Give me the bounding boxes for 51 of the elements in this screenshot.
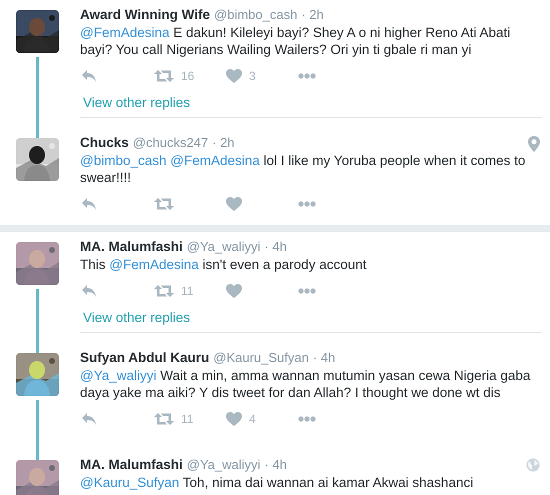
mention-link[interactable]: @Ya_waliyyi: [80, 368, 156, 383]
author-handle[interactable]: @bimbo_cash: [214, 6, 298, 24]
globe-icon: [526, 458, 540, 472]
retweet-icon[interactable]: [154, 69, 174, 83]
more-icon[interactable]: [298, 288, 316, 294]
tweet-text: @Ya_waliyyi Wait a min, amma wannan mutumin yasan cewa Nigeria gaba daya yake ma aiki? Y dis tweet for dan Allah? I thought we done wt dis: [80, 367, 532, 401]
tweet-text: @Kauru_Sufyan Toh, nima dai wannan ai kamar Akwai shashanci: [80, 474, 474, 491]
mention-link[interactable]: @FemAdesina: [80, 25, 170, 40]
tweet-text: @FemAdesina E dakun! Kileleyi bayi? Shey A o ni higher Reno Ati Abati bayi? You call Nigerians Wailing Wailers? Ori yin ti gbale ri man yi: [80, 24, 512, 58]
author-name[interactable]: MA. Malumfashi: [80, 238, 183, 256]
like-count: 3: [249, 68, 256, 85]
heart-icon[interactable]: [226, 69, 242, 83]
tweet-time[interactable]: · 4h: [264, 238, 287, 256]
author-handle[interactable]: @Ya_waliyyi: [186, 456, 260, 474]
location-pin-icon: [528, 136, 540, 152]
reply-icon[interactable]: [81, 197, 97, 211]
mention-link[interactable]: @FemAdesina: [170, 153, 260, 168]
retweet-icon[interactable]: [154, 197, 174, 211]
tweet-time[interactable]: · 2h: [212, 134, 235, 152]
heart-icon[interactable]: [226, 284, 242, 298]
mention-link[interactable]: @bimbo_cash: [80, 153, 166, 168]
reply-icon[interactable]: [81, 69, 97, 83]
author-name[interactable]: Sufyan Abdul Kauru: [80, 349, 210, 367]
mention-link[interactable]: @Kauru_Sufyan: [80, 475, 180, 490]
more-icon[interactable]: [298, 416, 316, 422]
reply-icon[interactable]: [81, 284, 97, 298]
mention-link[interactable]: @FemAdesina: [109, 257, 199, 272]
tweet-time[interactable]: · 2h: [301, 6, 324, 24]
heart-icon[interactable]: [226, 412, 242, 426]
author-handle[interactable]: @chucks247: [132, 134, 208, 152]
tweet-text: This @FemAdesina isn't even a parody account: [80, 256, 368, 273]
more-icon[interactable]: [298, 201, 316, 207]
author-name[interactable]: Chucks: [80, 134, 129, 152]
heart-icon[interactable]: [226, 197, 242, 211]
author-handle[interactable]: @Ya_waliyyi: [186, 238, 260, 256]
tweet-text: @bimbo_cash @FemAdesina lol I like my Yoruba people when it comes to swear!!!!: [80, 152, 526, 186]
author-handle[interactable]: @Kauru_Sufyan: [213, 349, 309, 367]
view-replies-link[interactable]: View other replies: [83, 94, 190, 112]
tweet-time[interactable]: · 4h: [312, 349, 336, 367]
tweet-time[interactable]: · 4h: [264, 456, 287, 474]
reply-icon[interactable]: [81, 412, 97, 426]
retweet-icon[interactable]: [154, 284, 174, 298]
view-replies-link[interactable]: View other replies: [83, 309, 190, 327]
retweet-count: 11: [181, 411, 194, 428]
author-name[interactable]: MA. Malumfashi: [80, 456, 183, 474]
retweet-icon[interactable]: [154, 412, 174, 426]
more-icon[interactable]: [298, 73, 316, 79]
like-count: 4: [249, 411, 256, 428]
retweet-count: 11: [181, 283, 194, 300]
retweet-count: 16: [181, 68, 194, 85]
author-name[interactable]: Award Winning Wife: [80, 6, 210, 24]
